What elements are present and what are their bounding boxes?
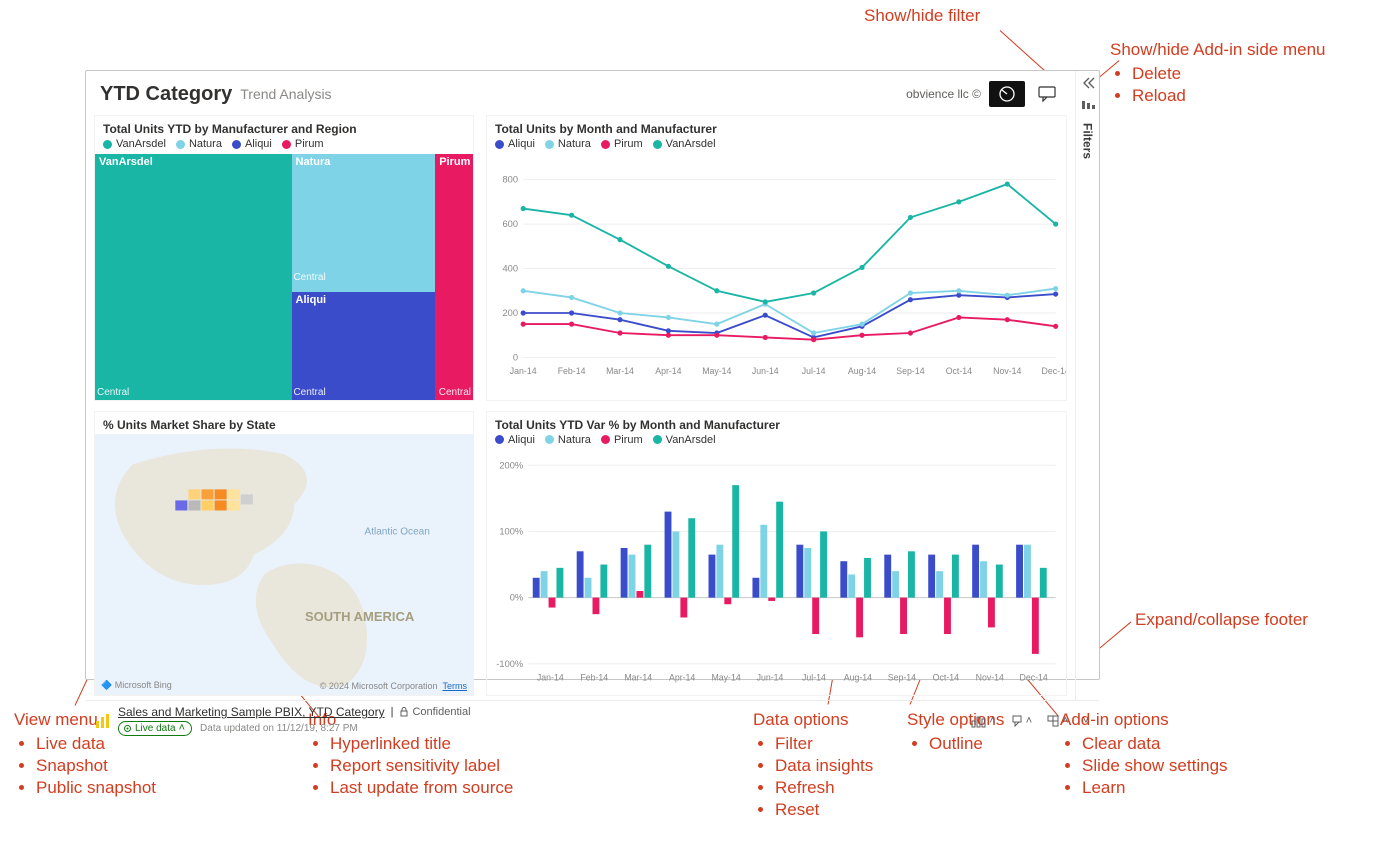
tile-title: Total Units YTD Var % by Month and Manuf… <box>487 412 1066 434</box>
copyright-text: obvience llc © <box>906 87 981 101</box>
svg-text:100%: 100% <box>499 526 523 536</box>
svg-text:Feb-14: Feb-14 <box>558 366 586 376</box>
view-menu-button[interactable]: Live data ˄ <box>118 721 192 736</box>
svg-text:200: 200 <box>503 308 519 318</box>
expand-side-menu-icon[interactable] <box>1081 77 1095 92</box>
page-title: YTD Category <box>100 83 232 106</box>
svg-text:Jan-14: Jan-14 <box>537 672 564 682</box>
svg-text:Sep-14: Sep-14 <box>896 366 924 376</box>
tile-bar-chart[interactable]: Total Units YTD Var % by Month and Manuf… <box>486 411 1067 697</box>
svg-text:Atlantic Ocean: Atlantic Ocean <box>365 526 430 537</box>
data-options-button[interactable]: ˄ <box>971 714 995 728</box>
svg-text:Apr-14: Apr-14 <box>669 672 695 682</box>
svg-text:200%: 200% <box>499 460 523 470</box>
svg-text:0%: 0% <box>510 592 523 602</box>
map-terms-link[interactable]: Terms <box>443 681 468 691</box>
svg-text:Jan-14: Jan-14 <box>510 366 537 376</box>
chevron-up-icon: ˄ <box>989 715 995 727</box>
filters-pane-collapsed[interactable]: Filters <box>1075 71 1099 700</box>
annotation-side-menu: Show/hide Add-in side menu Delete Reload <box>1110 40 1325 108</box>
svg-text:Jun-14: Jun-14 <box>752 366 779 376</box>
svg-text:0: 0 <box>513 353 518 363</box>
tile-title: Total Units YTD by Manufacturer and Regi… <box>95 116 473 138</box>
page-subtitle: Trend Analysis <box>240 86 331 102</box>
filters-label: Filters <box>1081 123 1095 159</box>
addin-options-button[interactable]: ˄ <box>1046 714 1068 728</box>
treemap-legend: VanArsdel Natura Aliqui Pirum <box>95 138 473 154</box>
annotation-showhide-filter: Show/hide filter <box>864 6 980 26</box>
svg-text:Aug-14: Aug-14 <box>844 672 872 682</box>
svg-text:Dec-14: Dec-14 <box>1020 672 1048 682</box>
svg-text:Mar-14: Mar-14 <box>606 366 634 376</box>
svg-text:Mar-14: Mar-14 <box>624 672 652 682</box>
svg-text:Feb-14: Feb-14 <box>580 672 608 682</box>
svg-text:Apr-14: Apr-14 <box>655 366 681 376</box>
lock-icon <box>399 707 409 717</box>
powerbi-addin-frame: YTD Category Trend Analysis obvience llc… <box>85 70 1100 680</box>
live-indicator-icon <box>123 724 132 733</box>
svg-text:800: 800 <box>503 175 519 185</box>
svg-text:-100%: -100% <box>496 659 523 669</box>
addin-footer: Sales and Marketing Sample PBIX, YTD Cat… <box>86 700 1099 742</box>
style-icon <box>1010 714 1024 728</box>
bars-icon <box>971 714 987 728</box>
report-link[interactable]: Sales and Marketing Sample PBIX, YTD Cat… <box>118 705 385 719</box>
svg-text:Nov-14: Nov-14 <box>976 672 1004 682</box>
sensitivity-label: Confidential <box>399 706 470 718</box>
svg-text:Dec-14: Dec-14 <box>1042 366 1066 376</box>
last-updated-text: Data updated on 11/12/19, 8:27 PM <box>200 723 358 734</box>
report-header: YTD Category Trend Analysis obvience llc… <box>94 77 1067 115</box>
tile-treemap[interactable]: Total Units YTD by Manufacturer and Regi… <box>94 115 474 401</box>
svg-text:May-14: May-14 <box>711 672 740 682</box>
powerbi-logo-icon <box>94 712 112 730</box>
comment-button[interactable] <box>1033 83 1061 105</box>
svg-text:Aug-14: Aug-14 <box>848 366 876 376</box>
logo-icon[interactable] <box>989 81 1025 107</box>
line-legend: Aliqui Natura Pirum VanArsdel <box>487 138 1066 154</box>
tile-title: Total Units by Month and Manufacturer <box>487 116 1066 138</box>
svg-text:Jul-14: Jul-14 <box>802 672 826 682</box>
chevron-up-icon: ˄ <box>1062 715 1068 727</box>
svg-text:Oct-14: Oct-14 <box>946 366 972 376</box>
svg-text:Oct-14: Oct-14 <box>933 672 959 682</box>
tile-map[interactable]: % Units Market Share by State <box>94 411 474 697</box>
svg-text:Jul-14: Jul-14 <box>802 366 826 376</box>
bing-attribution: 🔷 Microsoft Bing <box>101 680 172 691</box>
annotation-expand-footer: Expand/collapse footer <box>1135 610 1308 630</box>
svg-text:May-14: May-14 <box>702 366 731 376</box>
chevron-up-icon: ˄ <box>179 722 185 734</box>
chevron-up-icon: ˄ <box>1026 715 1032 727</box>
style-options-button[interactable]: ˄ <box>1010 714 1032 728</box>
filter-toggle-icon[interactable] <box>1081 100 1095 115</box>
bar-legend: Aliqui Natura Pirum VanArsdel <box>487 434 1066 450</box>
collapse-footer-button[interactable]: ˅ <box>1083 715 1089 727</box>
map-attribution: © 2024 Microsoft Corporation Terms <box>320 681 467 691</box>
svg-text:Nov-14: Nov-14 <box>993 366 1021 376</box>
addin-icon <box>1046 714 1060 728</box>
tile-title: % Units Market Share by State <box>95 412 473 434</box>
chevron-down-icon: ˅ <box>1083 715 1089 727</box>
svg-text:Jun-14: Jun-14 <box>757 672 784 682</box>
svg-text:600: 600 <box>503 219 519 229</box>
tile-line-chart[interactable]: Total Units by Month and Manufacturer Al… <box>486 115 1067 401</box>
svg-text:Sep-14: Sep-14 <box>888 672 916 682</box>
svg-text:400: 400 <box>503 264 519 274</box>
